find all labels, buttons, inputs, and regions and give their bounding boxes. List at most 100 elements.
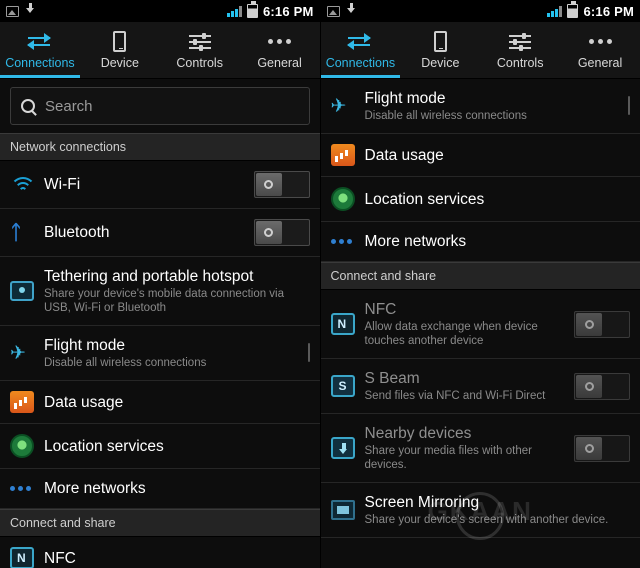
tab-bar-left: Connections Device Controls General [0,22,320,79]
row-screen-mirroring-subtitle: Share your device's screen with another … [364,514,609,526]
tab-general-label: General [577,55,623,70]
row-s-beam-title: S Beam [364,370,420,387]
signal-bars-icon [547,5,563,17]
clock-time: 6:16 PM [583,3,634,19]
flight-mode-checkbox[interactable] [307,343,310,362]
row-nearby-devices[interactable]: Nearby devices Share your media files wi… [320,414,640,483]
bluetooth-toggle[interactable] [253,219,310,246]
flight-mode-icon: ✈ [10,342,26,364]
bluetooth-icon: ᛏ [10,221,22,244]
sliders-icon [509,31,532,53]
row-nfc-right[interactable]: NFC Allow data exchange when device touc… [320,290,640,359]
row-more-networks-title-right: More networks [364,233,467,250]
row-location-services[interactable]: Location services [0,424,320,469]
tab-controls-label: Controls [496,55,544,70]
more-networks-icon [10,486,44,491]
row-nfc-title-left: NFC [44,549,76,567]
tab-device[interactable]: Device [400,22,480,78]
row-flight-mode-title: Flight mode [44,337,125,354]
download-icon [346,2,357,20]
row-nearby-devices-subtitle: Share your media files with other device… [364,445,532,471]
hotspot-icon [10,281,44,301]
status-bar-right-icons: 6:16 PM [226,1,314,19]
tab-general-label: General [257,55,302,70]
tab-connections-label: Connections [325,55,396,70]
row-location-services-right[interactable]: Location services [320,177,640,222]
screen-mirroring-icon [330,500,365,520]
nfc-icon [330,313,365,335]
phone-icon [433,31,447,53]
row-bluetooth-title: Bluetooth [44,224,110,241]
row-bluetooth[interactable]: ᛏ Bluetooth [0,209,320,257]
tab-connections[interactable]: Connections [0,22,80,78]
wifi-icon [10,175,44,195]
phone-icon [113,31,127,53]
row-flight-mode[interactable]: ✈ Flight mode Disable all wireless conne… [0,326,320,381]
search-bar-container: Search [0,79,320,133]
nearby-devices-icon [330,437,365,459]
connections-arrows-icon [347,31,372,53]
nfc-toggle[interactable] [574,310,630,338]
row-s-beam[interactable]: S Beam Send files via NFC and Wi-Fi Dire… [320,359,640,414]
right-phone-screen: 6:16 PM Connections Device Controls Gene… [320,0,640,568]
ellipsis-icon [268,31,292,53]
tab-connections[interactable]: Connections [320,22,401,78]
location-services-icon [330,187,365,211]
more-networks-icon [330,239,365,244]
row-nfc-title-right: NFC [364,301,397,318]
row-tethering-title: Tethering and portable hotspot [44,268,254,285]
left-phone-screen: 6:16 PM Connections Device Controls Gene… [0,0,321,568]
wifi-toggle[interactable] [253,171,310,198]
section-header-connect-and-share-left: Connect and share [0,509,320,537]
status-bar-right: 6:16 PM [320,0,640,22]
sliders-icon [188,31,211,53]
dual-screenshot-wrapper: 6:16 PM Connections Device Controls Gene… [0,0,640,568]
tab-controls[interactable]: Controls [480,22,560,78]
battery-icon [567,1,579,18]
row-data-usage[interactable]: Data usage [0,381,320,424]
nearby-devices-toggle[interactable] [574,434,630,462]
tab-controls[interactable]: Controls [160,22,240,78]
s-beam-icon [330,375,365,397]
ellipsis-icon [588,31,612,53]
section-header-connect-and-share-right: Connect and share [320,262,640,290]
row-screen-mirroring-title: Screen Mirroring [364,494,480,511]
s-beam-toggle[interactable] [574,372,630,400]
row-location-services-title: Location services [44,437,164,455]
signal-bars-icon [226,5,242,17]
row-more-networks-right[interactable]: More networks [320,222,640,262]
row-screen-mirroring[interactable]: Screen Mirroring Share your device's scr… [320,483,640,538]
tab-device[interactable]: Device [80,22,160,78]
flight-mode-checkbox[interactable] [628,96,630,115]
row-wifi-title: Wi-Fi [44,176,81,193]
tab-device-label: Device [100,55,139,70]
row-tethering-hotspot[interactable]: Tethering and portable hotspot Share you… [0,257,320,326]
battery-icon [246,1,258,18]
row-data-usage-title-right: Data usage [364,146,444,164]
row-flight-mode-right[interactable]: ✈ Flight mode Disable all wireless conne… [320,79,640,134]
connections-arrows-icon [26,31,52,53]
status-bar-left: 6:16 PM [0,0,320,22]
row-tethering-subtitle: Share your device's mobile data connecti… [44,288,285,314]
status-bar-left-icons [6,2,227,20]
row-flight-mode-title-right: Flight mode [364,90,446,107]
row-more-networks-title: More networks [44,480,146,497]
download-icon [25,2,36,20]
location-services-icon [10,434,44,458]
clock-time: 6:16 PM [262,3,314,19]
row-location-services-title-right: Location services [364,190,485,208]
row-s-beam-subtitle: Send files via NFC and Wi-Fi Direct [364,390,546,402]
tab-general[interactable]: General [560,22,640,78]
row-nfc-left[interactable]: NFC [0,537,320,568]
row-data-usage-title: Data usage [44,393,124,411]
row-more-networks[interactable]: More networks [0,469,320,509]
row-nfc-subtitle-right: Allow data exchange when device touches … [364,321,538,347]
row-flight-mode-subtitle-right: Disable all wireless connections [364,110,527,122]
row-data-usage-right[interactable]: Data usage [320,134,640,177]
row-wifi[interactable]: Wi-Fi [0,161,320,209]
tab-bar-right: Connections Device Controls General [320,22,640,79]
search-placeholder: Search [45,97,93,115]
search-input[interactable]: Search [10,87,310,125]
tab-general[interactable]: General [240,22,320,78]
nfc-icon [10,547,44,568]
